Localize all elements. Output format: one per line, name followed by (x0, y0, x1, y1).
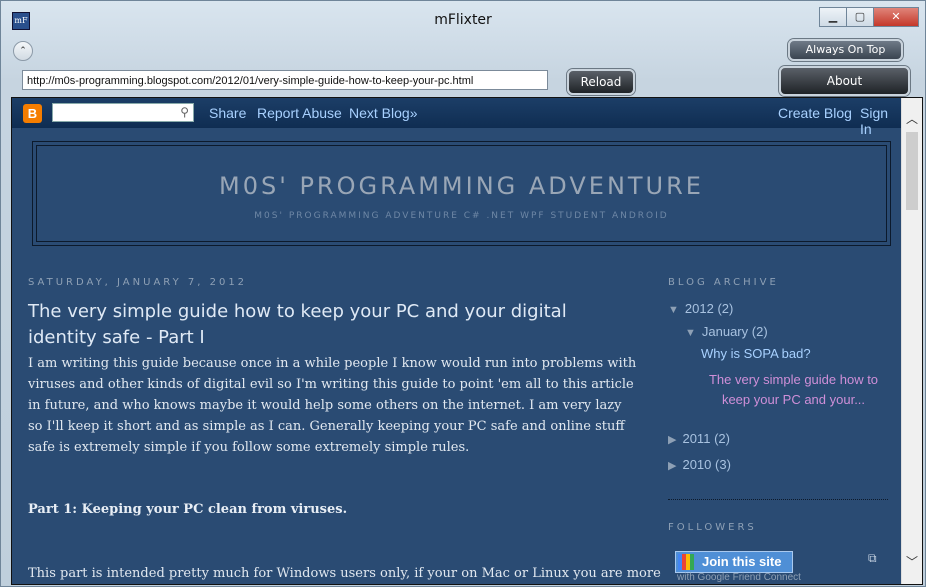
archive-post-guide[interactable]: The very simple guide how to keep your P… (701, 370, 886, 410)
archive-month-count: (2) (751, 324, 768, 339)
popout-icon[interactable]: ⧉ (868, 551, 877, 566)
expanded-triangle-icon[interactable]: ▼ (668, 304, 679, 316)
post-intro: I am writing this guide because once in … (28, 356, 637, 455)
blog-archive-heading: BLOG ARCHIVE (668, 277, 779, 288)
archive-year-count: (2) (714, 431, 730, 446)
archive-month-january[interactable]: ▼ January (2) (685, 324, 768, 339)
caption-buttons: ▁ ▢ ✕ (819, 7, 919, 27)
report-abuse-link[interactable]: Report Abuse (257, 105, 342, 121)
collapse-chevron-icon[interactable]: ⌃ (13, 41, 33, 61)
post-body: I am writing this guide because once in … (28, 353, 640, 458)
archive-year-count: (3) (715, 457, 731, 472)
post-title[interactable]: The very simple guide how to keep your P… (28, 299, 638, 351)
join-site-button[interactable]: Join this site (675, 551, 793, 573)
create-blog-link[interactable]: Create Blog (778, 105, 852, 121)
archive-year-2011[interactable]: ▶ 2011 (2) (668, 431, 730, 446)
next-blog-link[interactable]: Next Blog» (349, 105, 417, 121)
minimize-button[interactable]: ▁ (819, 7, 847, 27)
scroll-down-icon[interactable]: ﹀ (902, 553, 922, 570)
join-site-label[interactable]: Join this site (702, 554, 781, 569)
collapsed-triangle-icon[interactable]: ▶ (668, 434, 676, 446)
friend-connect-label: with Google Friend Connect (677, 572, 801, 583)
blog-title[interactable]: M0S' PROGRAMMING ADVENTURE (33, 172, 890, 200)
reload-button[interactable]: Reload (567, 69, 635, 95)
window-title: mFlixter (434, 12, 492, 28)
archive-month-label[interactable]: January (702, 324, 748, 339)
expanded-triangle-icon[interactable]: ▼ (685, 327, 696, 339)
about-button[interactable]: About (779, 66, 910, 96)
blog-description: M0S' PROGRAMMING ADVENTURE C# .NET WPF S… (254, 211, 669, 221)
archive-year-label[interactable]: 2010 (682, 457, 711, 472)
sign-in-link[interactable]: Sign In (860, 105, 902, 137)
vertical-scrollbar[interactable]: ︿ ﹀ (901, 98, 922, 584)
followers-heading: FOLLOWERS (668, 522, 757, 533)
scroll-up-icon[interactable]: ︿ (902, 110, 922, 127)
archive-year-count: (2) (717, 301, 734, 316)
post-section-heading: Part 1: Keeping your PC clean from virus… (28, 502, 348, 517)
search-icon[interactable]: ⚲ (180, 105, 189, 119)
archive-post-sopa[interactable]: Why is SOPA bad? (701, 344, 811, 364)
app-window: mF mFlixter ▁ ▢ ✕ ⌃ Always On Top http:/… (0, 0, 926, 587)
collapsed-triangle-icon[interactable]: ▶ (668, 460, 676, 472)
post-date: SATURDAY, JANUARY 7, 2012 (28, 277, 248, 288)
archive-year-2010[interactable]: ▶ 2010 (3) (668, 457, 731, 472)
google-icon (678, 554, 694, 570)
blogger-navbar: B ⚲ Share Report Abuse Next Blog» Create… (12, 98, 902, 137)
sidebar-divider (668, 499, 888, 500)
always-on-top-button[interactable]: Always On Top (788, 39, 903, 61)
maximize-button[interactable]: ▢ (846, 7, 874, 27)
blogger-logo-icon[interactable]: B (23, 104, 42, 123)
scrollbar-thumb[interactable] (906, 132, 918, 210)
archive-year-2012[interactable]: ▼ 2012 (2) (668, 301, 733, 316)
blog-header: M0S' PROGRAMMING ADVENTURE M0S' PROGRAMM… (32, 141, 891, 246)
archive-year-label[interactable]: 2011 (682, 431, 710, 446)
blog-search-input[interactable]: ⚲ (52, 103, 194, 122)
archive-year-label[interactable]: 2012 (685, 301, 714, 316)
close-button[interactable]: ✕ (873, 7, 919, 27)
url-field[interactable]: http://m0s-programming.blogspot.com/2012… (22, 70, 548, 90)
share-link[interactable]: Share (209, 105, 246, 121)
post-section-text: This part is intended pretty much for Wi… (28, 566, 661, 581)
browser-viewport: B ⚲ Share Report Abuse Next Blog» Create… (11, 97, 923, 585)
